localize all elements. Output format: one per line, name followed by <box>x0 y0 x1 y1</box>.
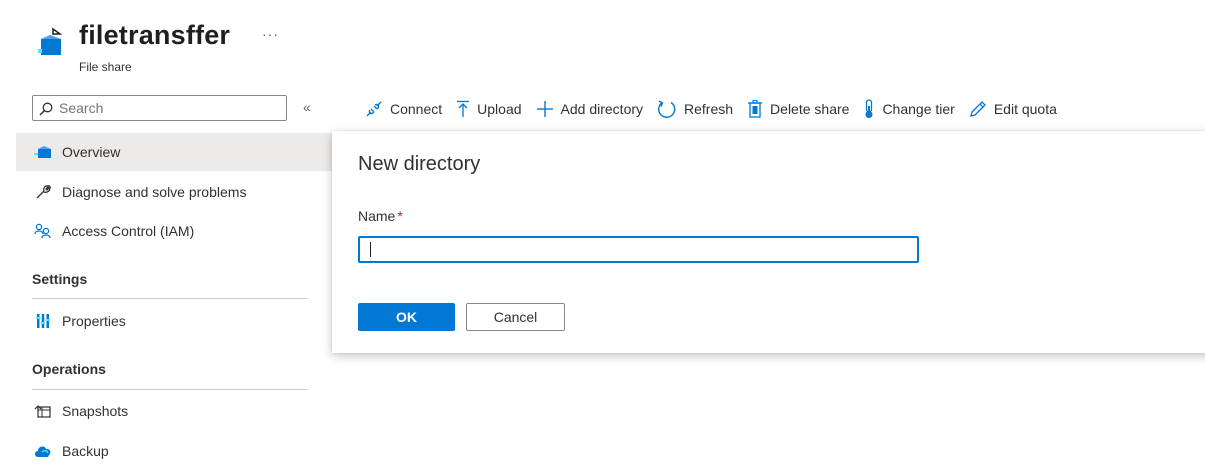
add-directory-button[interactable]: Add directory <box>536 100 643 118</box>
trash-icon <box>748 100 763 118</box>
plus-icon <box>536 101 553 117</box>
sidebar-item-label: Diagnose and solve problems <box>62 184 247 200</box>
sidebar-item-properties[interactable]: Properties <box>16 302 332 340</box>
dialog-title: New directory <box>358 153 481 175</box>
search-box[interactable] <box>32 95 287 121</box>
plug-icon <box>366 101 382 117</box>
sidebar-item-label: Snapshots <box>62 403 129 419</box>
text-caret <box>370 242 371 257</box>
add-directory-label: Add directory <box>560 101 644 117</box>
sidebar-item-access-control[interactable]: Access Control (IAM) <box>16 212 332 250</box>
name-field-label: Name * <box>358 208 403 224</box>
sidebar-item-overview[interactable]: Overview <box>16 133 332 171</box>
name-label-text: Name <box>358 208 396 224</box>
page-header: filetransffer File share ··· <box>0 0 1205 88</box>
ok-button[interactable]: OK <box>358 303 455 331</box>
more-options-button[interactable]: ··· <box>262 26 279 42</box>
section-heading-operations: Operations <box>32 361 106 377</box>
refresh-button[interactable]: Refresh <box>657 99 733 119</box>
snapshot-icon <box>34 402 52 420</box>
edit-quota-label: Edit quota <box>993 101 1057 117</box>
delete-share-button[interactable]: Delete share <box>747 100 849 118</box>
connect-label: Connect <box>390 101 443 117</box>
upload-button[interactable]: Upload <box>456 100 522 118</box>
file-share-icon <box>38 27 63 55</box>
search-input[interactable] <box>59 99 279 117</box>
thermometer-icon <box>865 99 873 118</box>
upload-label: Upload <box>477 101 522 117</box>
properties-icon <box>34 312 52 330</box>
sidebar-item-snapshots[interactable]: Snapshots <box>16 392 332 430</box>
required-indicator: * <box>397 208 403 224</box>
connect-button[interactable]: Connect <box>365 100 442 118</box>
delete-share-label: Delete share <box>770 101 850 117</box>
sidebar-item-label: Access Control (IAM) <box>62 223 195 239</box>
change-tier-button[interactable]: Change tier <box>863 99 955 119</box>
page-title: filetransffer <box>79 20 231 50</box>
section-heading-settings: Settings <box>32 271 88 287</box>
sidebar-item-label: Overview <box>62 144 121 160</box>
edit-quota-button[interactable]: Edit quota <box>969 100 1057 118</box>
sidebar-item-label: Backup <box>62 443 109 459</box>
wrench-icon <box>34 183 52 201</box>
refresh-icon <box>658 100 676 118</box>
directory-name-field[interactable] <box>358 236 919 263</box>
new-directory-dialog: New directory Name * OK Cancel <box>332 131 1205 353</box>
sidebar-item-label: Properties <box>62 313 126 329</box>
sidebar-item-diagnose[interactable]: Diagnose and solve problems <box>16 173 332 211</box>
search-icon <box>39 102 53 116</box>
command-bar: Connect Upload Add directory Refresh Del… <box>365 96 1071 122</box>
pencil-icon <box>969 101 986 117</box>
collapse-sidebar-button[interactable]: « <box>303 99 311 115</box>
app-frame: filetransffer File share ··· « Overview … <box>0 0 1205 470</box>
sidebar-item-backup[interactable]: Backup <box>16 432 332 470</box>
change-tier-label: Change tier <box>882 101 955 117</box>
refresh-label: Refresh <box>684 101 734 117</box>
file-share-icon <box>34 143 52 161</box>
section-divider <box>32 298 307 299</box>
cloud-backup-icon <box>34 442 52 460</box>
people-icon <box>34 222 52 240</box>
page-subtitle: File share <box>79 60 132 74</box>
section-divider <box>32 389 307 390</box>
upload-icon <box>457 100 470 117</box>
cancel-button[interactable]: Cancel <box>466 303 565 331</box>
